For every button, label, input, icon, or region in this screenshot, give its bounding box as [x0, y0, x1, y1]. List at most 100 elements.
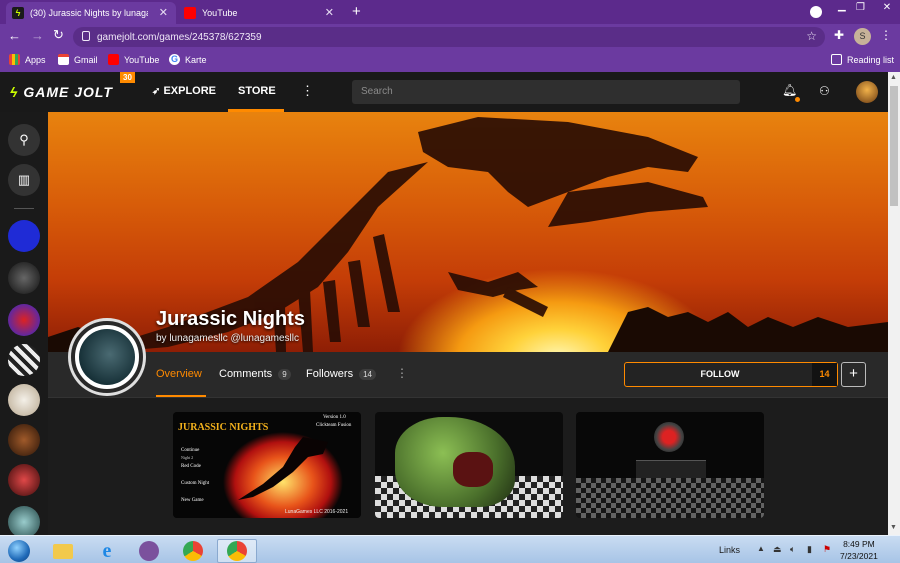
sidebar-game-pixel[interactable]: [8, 220, 40, 252]
tab-label: Overview: [156, 368, 202, 380]
taskbar-ie[interactable]: e: [88, 539, 126, 563]
sidebar-game-freddy[interactable]: [8, 424, 40, 456]
back-button[interactable]: ←: [8, 28, 21, 43]
sidebar-game-clown[interactable]: [8, 304, 40, 336]
nav-explore[interactable]: ➶ EXPLORE: [152, 85, 216, 97]
logo-text: GAME JOLT: [23, 84, 113, 100]
tray-usb-icon[interactable]: ⏏: [773, 544, 782, 555]
taskbar-chrome-active[interactable]: [217, 539, 257, 563]
bookmark-label: Karte: [185, 54, 207, 65]
follow-count: 14: [812, 363, 837, 386]
window-close-button[interactable]: ✕: [874, 0, 900, 18]
close-tab-icon[interactable]: ✕: [159, 6, 168, 19]
tab-search-icon[interactable]: [810, 6, 822, 18]
tray-expand-icon[interactable]: ▲: [757, 544, 765, 553]
start-button[interactable]: [2, 539, 36, 563]
tab-followers[interactable]: Followers 14: [306, 368, 376, 380]
library-sidebar: ⚲ ▥: [0, 112, 48, 538]
chrome-icon: [183, 541, 203, 561]
more-menu-icon[interactable]: ⋮: [301, 83, 314, 99]
bookmark-youtube[interactable]: YouTube: [108, 54, 159, 65]
internet-explorer-icon: e: [102, 539, 112, 562]
reading-list-label: Reading list: [847, 54, 895, 65]
minimize-button[interactable]: ▁: [838, 1, 846, 12]
lightning-icon: ϟ: [10, 84, 19, 100]
library-icon[interactable]: ▥: [8, 164, 40, 196]
links-toolbar[interactable]: Links: [719, 545, 740, 555]
friends-icon[interactable]: ⚇: [819, 84, 830, 98]
clock-time: 8:49 PM: [843, 539, 875, 549]
tab-title: YouTube: [202, 8, 238, 18]
reading-list-icon: [831, 54, 842, 65]
raptor-mouth: [453, 452, 493, 487]
action-center-icon[interactable]: ⚑: [823, 544, 831, 555]
tab-youtube[interactable]: YouTube ✕: [178, 2, 342, 24]
menu-night: Night 2: [181, 455, 194, 460]
windows-logo-icon: [8, 540, 30, 562]
bookmark-karte[interactable]: G Karte: [169, 54, 207, 65]
reload-button[interactable]: ↻: [53, 27, 64, 43]
joystick-icon[interactable]: ⚲: [8, 124, 40, 156]
bookmark-star-icon[interactable]: ☆: [806, 29, 817, 43]
tab-comments[interactable]: Comments 9: [219, 368, 291, 380]
thumbnail-raptor[interactable]: [375, 412, 563, 518]
thumbnail-office[interactable]: [576, 412, 764, 518]
bookmarks-bar: Apps Gmail YouTube G Karte Reading list: [0, 50, 900, 72]
wolf-logo-icon: [79, 329, 135, 385]
user-avatar[interactable]: [856, 81, 878, 103]
address-bar[interactable]: gamejolt.com/games/245378/627359 ☆: [73, 27, 825, 47]
followers-count: 14: [359, 368, 376, 380]
lock-icon: [82, 31, 90, 41]
taskbar-viber[interactable]: [130, 539, 168, 563]
url-text: gamejolt.com/games/245378/627359: [97, 31, 262, 43]
game-developer[interactable]: by lunagamesllc @lunagamesllc: [156, 333, 299, 344]
speaker-icon[interactable]: 🔈︎: [790, 544, 795, 555]
scroll-thumb[interactable]: [890, 86, 898, 206]
bell-icon[interactable]: 🔔︎: [782, 83, 797, 97]
profile-avatar[interactable]: S: [854, 28, 871, 45]
system-clock[interactable]: 8:49 PM 7/23/2021: [840, 538, 878, 562]
sidebar-game-bear[interactable]: [8, 384, 40, 416]
nav-explore-label: EXPLORE: [163, 85, 217, 97]
sidebar-divider: [14, 208, 34, 209]
sidebar-game-teal[interactable]: [8, 506, 40, 538]
thumbnail-title-screen[interactable]: JURASSIC NIGHTS Version 1.0 Clickteam Fu…: [173, 412, 361, 518]
tab-overview[interactable]: Overview: [156, 368, 202, 380]
nav-store[interactable]: STORE: [238, 85, 276, 97]
restore-button[interactable]: ❐: [856, 2, 865, 13]
tab-jurassic-nights[interactable]: ϟ (30) Jurassic Nights by lunagame ✕: [6, 2, 176, 24]
chrome-menu-icon[interactable]: ⋮: [880, 28, 892, 42]
bookmark-apps[interactable]: Apps: [9, 54, 46, 65]
more-options-icon[interactable]: ⋮: [396, 366, 408, 380]
network-icon[interactable]: ▮: [807, 544, 812, 555]
rocket-icon: ➶: [152, 86, 161, 97]
game-title: Jurassic Nights: [156, 308, 305, 330]
forward-button[interactable]: →: [31, 28, 44, 43]
sidebar-game-animatronic[interactable]: [8, 262, 40, 294]
extensions-icon[interactable]: ✚: [834, 28, 844, 42]
scroll-up-arrow[interactable]: ▲: [890, 74, 897, 81]
developer-avatar[interactable]: [71, 321, 143, 393]
gamejolt-logo[interactable]: ϟ GAME JOLT: [10, 84, 113, 100]
taskbar-explorer[interactable]: [44, 539, 82, 563]
bookmark-gmail[interactable]: Gmail: [58, 54, 98, 65]
menu-custom-night: Custom Night: [181, 481, 210, 486]
close-tab-icon[interactable]: ✕: [325, 6, 334, 19]
sidebar-game-red[interactable]: [8, 464, 40, 496]
reading-list[interactable]: Reading list: [831, 54, 894, 65]
taskbar-chrome[interactable]: [174, 539, 212, 563]
new-tab-button[interactable]: +: [352, 3, 361, 20]
gamejolt-navbar: ϟ GAME JOLT 30 ➶ EXPLORE STORE ⋮ Search …: [0, 72, 888, 112]
apps-grid-icon: [9, 54, 20, 65]
notification-dot: [795, 97, 800, 102]
scroll-down-arrow[interactable]: ▼: [890, 524, 897, 531]
gmail-icon: [58, 54, 69, 65]
menu-continue: Continue: [181, 448, 200, 453]
follow-button[interactable]: FOLLOW 14: [624, 362, 838, 387]
search-input[interactable]: Search: [352, 80, 740, 104]
page-scrollbar[interactable]: ▲ ▼: [888, 72, 900, 535]
bookmark-label: Gmail: [74, 54, 98, 65]
tab-label: Comments: [219, 368, 273, 380]
sidebar-game-checker[interactable]: [8, 344, 40, 376]
add-to-playlist-button[interactable]: +: [841, 362, 866, 387]
